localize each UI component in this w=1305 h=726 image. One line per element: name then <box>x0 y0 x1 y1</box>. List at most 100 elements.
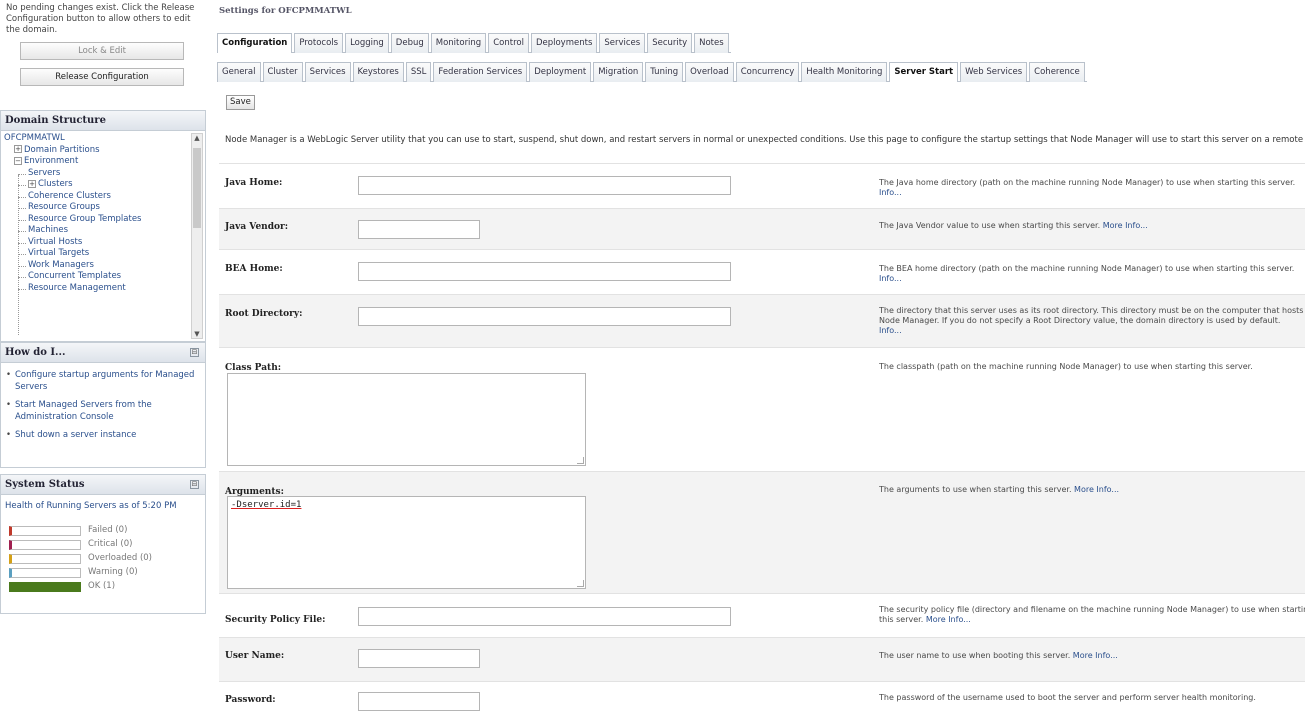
left-sidebar: No pending changes exist. Click the Rele… <box>0 0 210 726</box>
field-row-user-name: User Name: The user name to use when boot… <box>219 637 1305 681</box>
help-text: The user name to use when booting this s… <box>879 651 1071 660</box>
more-info-link[interactable]: More Info... <box>923 615 971 624</box>
tab-keystores[interactable]: Keystores <box>352 62 404 82</box>
tree-node[interactable]: Virtual Hosts <box>4 237 205 249</box>
field-help: The security policy file (directory and … <box>879 605 1305 625</box>
java-home-input[interactable] <box>358 176 731 195</box>
help-link[interactable]: Shut down a server instance <box>5 429 201 441</box>
tab-control[interactable]: Control <box>488 33 529 53</box>
tree-node-label: Clusters <box>38 179 73 189</box>
help-text: Node Manager. If you do not specify a Ro… <box>879 316 1281 325</box>
main-content: Settings for OFCPMMATWL Configuration Pro… <box>213 0 1305 726</box>
tree-node[interactable]: Concurrent Templates <box>4 271 205 283</box>
tab-deployments[interactable]: Deployments <box>530 33 598 53</box>
how-do-i-list: Configure startup arguments for Managed … <box>1 363 205 441</box>
tree-node[interactable]: Work Managers <box>4 260 205 272</box>
tree-node[interactable]: + Clusters <box>4 179 205 191</box>
tab-services[interactable]: Services <box>304 62 351 82</box>
scroll-thumb[interactable] <box>193 148 201 228</box>
tab-coherence[interactable]: Coherence <box>1029 62 1085 82</box>
field-row-root-directory: Root Directory: The directory that this s… <box>219 294 1305 347</box>
field-help: The arguments to use when starting this … <box>879 485 1305 495</box>
resize-grip-icon[interactable] <box>577 580 584 587</box>
tab-deployment[interactable]: Deployment <box>529 62 592 82</box>
collapse-icon[interactable]: ⊟ <box>190 480 199 489</box>
arguments-textarea[interactable]: -Dserver.id=1 <box>227 496 586 589</box>
scroll-up-icon[interactable]: ▲ <box>192 134 202 142</box>
collapse-icon[interactable]: ⊟ <box>190 348 199 357</box>
tree-node[interactable]: + Domain Partitions <box>4 145 205 157</box>
tab-concurrency[interactable]: Concurrency <box>735 62 800 82</box>
tab-security[interactable]: Security <box>647 33 693 53</box>
tab-logging[interactable]: Logging <box>345 33 389 53</box>
tab-general[interactable]: General <box>217 62 261 82</box>
password-input[interactable] <box>358 692 480 711</box>
help-line: The directory that this server uses as i… <box>879 306 1305 316</box>
field-row-security-policy-file: Security Policy File: The security policy… <box>219 593 1305 637</box>
java-vendor-input[interactable] <box>358 220 480 239</box>
tree-node[interactable]: Machines <box>4 225 205 237</box>
tab-protocols[interactable]: Protocols <box>294 33 344 53</box>
security-policy-file-input[interactable] <box>358 607 731 626</box>
health-label[interactable]: Warning (0) <box>88 567 138 577</box>
expand-icon[interactable]: + <box>28 179 36 188</box>
tab-notes[interactable]: Notes <box>694 33 729 53</box>
help-text: The arguments to use when starting this … <box>879 485 1072 494</box>
field-help: The password of the username used to boo… <box>879 693 1305 703</box>
tree-node[interactable]: Coherence Clusters <box>4 191 205 203</box>
collapse-icon[interactable]: − <box>14 156 22 165</box>
help-line: The Java Vendor value to use when starti… <box>879 221 1305 231</box>
health-bar <box>9 568 81 578</box>
tree-node-label: Resource Groups <box>28 202 100 212</box>
more-info-link[interactable]: More Info... <box>1070 651 1118 660</box>
tree-node[interactable]: − Environment <box>4 156 205 168</box>
more-info-link[interactable]: More Info... <box>1072 485 1119 494</box>
class-path-textarea[interactable] <box>227 373 586 466</box>
health-label[interactable]: OK (1) <box>88 581 115 591</box>
help-line: The Java home directory (path on the mac… <box>879 178 1305 188</box>
tab-cluster[interactable]: Cluster <box>262 62 303 82</box>
tree-scrollbar[interactable]: ▲ ▼ <box>191 133 203 339</box>
expand-icon[interactable]: + <box>14 145 22 153</box>
tab-server-start[interactable]: Server Start <box>889 62 959 82</box>
health-label[interactable]: Failed (0) <box>88 525 127 535</box>
tree-node[interactable]: Resource Management <box>4 283 205 295</box>
help-line: Info... <box>879 326 1305 336</box>
tab-tuning[interactable]: Tuning <box>645 62 684 82</box>
tab-federation-services[interactable]: Federation Services <box>433 62 528 82</box>
save-button[interactable]: Save <box>226 95 255 110</box>
more-info-link[interactable]: More Info... <box>1100 221 1148 230</box>
tree-node[interactable]: Resource Groups <box>4 202 205 214</box>
tree-node[interactable]: Resource Group Templates <box>4 214 205 226</box>
health-row: Warning (0) <box>9 565 205 579</box>
tab-health-monitoring[interactable]: Health Monitoring <box>801 62 888 82</box>
tab-ssl[interactable]: SSL <box>405 62 432 82</box>
tab-monitoring[interactable]: Monitoring <box>430 33 487 53</box>
tree-node[interactable]: Servers <box>4 168 205 180</box>
help-link[interactable]: Configure startup arguments for Managed … <box>5 369 201 393</box>
help-link[interactable]: Start Managed Servers from the Administr… <box>5 399 201 423</box>
scroll-down-icon[interactable]: ▼ <box>192 330 202 338</box>
tree-node[interactable]: Virtual Targets <box>4 248 205 260</box>
lock-edit-button[interactable]: Lock & Edit <box>20 42 184 60</box>
release-configuration-button[interactable]: Release Configuration <box>20 68 184 86</box>
health-label[interactable]: Critical (0) <box>88 539 132 549</box>
bea-home-input[interactable] <box>358 262 731 281</box>
help-text: The Java home directory (path on the mac… <box>879 178 1296 187</box>
root-directory-input[interactable] <box>358 307 731 326</box>
resize-grip-icon[interactable] <box>577 457 584 464</box>
tree-root[interactable]: OFCPMMATWL <box>4 133 205 145</box>
health-row: Overloaded (0) <box>9 551 205 565</box>
tab-overload[interactable]: Overload <box>685 62 734 82</box>
tab-web-services[interactable]: Web Services <box>960 62 1028 82</box>
field-label: BEA Home: <box>225 264 283 274</box>
user-name-input[interactable] <box>358 649 480 668</box>
tab-debug[interactable]: Debug <box>390 33 429 53</box>
health-label[interactable]: Overloaded (0) <box>88 553 152 563</box>
tab-services[interactable]: Services <box>599 33 646 53</box>
domain-structure-panel: Domain Structure OFCPMMATWL + Domain Part… <box>0 110 206 342</box>
tab-migration[interactable]: Migration <box>593 62 644 82</box>
help-text: Info... <box>879 274 902 283</box>
help-line: The BEA home directory (path on the mach… <box>879 264 1305 274</box>
tab-configuration[interactable]: Configuration <box>217 33 293 53</box>
